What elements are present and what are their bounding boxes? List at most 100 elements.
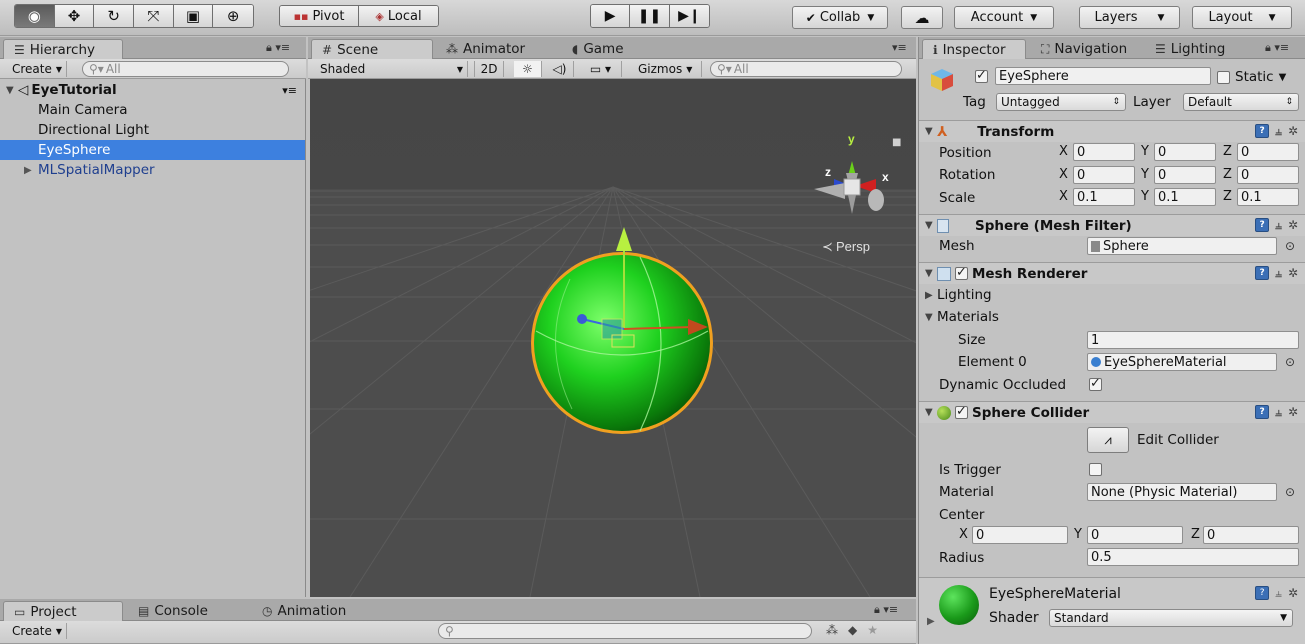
position-y-field[interactable]: 0 <box>1154 143 1216 161</box>
collider-material-field[interactable]: None (Physic Material) <box>1087 483 1277 501</box>
move-tool-icon[interactable]: ✥ <box>54 5 95 27</box>
sphere-collider-enabled-checkbox[interactable] <box>955 404 968 419</box>
static-toggle[interactable]: Static ▼ <box>1217 69 1286 85</box>
tab-lighting[interactable]: ☰ Lighting <box>1145 39 1235 59</box>
is-trigger-checkbox[interactable] <box>1089 462 1102 477</box>
rotation-x-field[interactable]: 0 <box>1073 166 1135 184</box>
transform-header[interactable]: ▼ ⅄ Transform ? ⫨ ✲ <box>919 120 1305 142</box>
mesh-renderer-header[interactable]: ▼ Mesh Renderer ? ⫨ ✲ <box>919 262 1305 284</box>
mesh-field[interactable]: Sphere <box>1087 237 1277 255</box>
hierarchy-item[interactable]: Directional Light <box>0 120 305 140</box>
preset-sliders-icon[interactable]: ⫨ <box>1275 124 1282 139</box>
tab-scene[interactable]: # Scene <box>311 39 433 59</box>
help-book-icon[interactable]: ? <box>1255 266 1270 280</box>
object-picker-icon[interactable]: ⊙ <box>1285 239 1295 253</box>
transform-tool-icon[interactable]: ⊕ <box>213 5 253 27</box>
help-book-icon[interactable]: ? <box>1255 405 1270 419</box>
scale-x-field[interactable]: 0.1 <box>1073 188 1135 206</box>
center-x-field[interactable]: 0 <box>972 526 1068 544</box>
shading-dropdown[interactable]: Shaded ▼ <box>316 61 468 77</box>
rotation-y-field[interactable]: 0 <box>1154 166 1216 184</box>
materials-foldout[interactable]: ▼ Materials <box>919 306 1305 328</box>
preset-sliders-icon[interactable]: ⫨ <box>1275 266 1282 281</box>
collapse-arrow-icon[interactable]: ▼ <box>925 407 937 418</box>
gear-icon[interactable]: ✲ <box>1288 405 1298 420</box>
scale-z-field[interactable]: 0.1 <box>1237 188 1299 206</box>
edit-collider-button[interactable]: ⩘ <box>1087 427 1129 453</box>
scene-search-input[interactable]: ⚲▾ All <box>710 61 902 77</box>
tab-game[interactable]: ◖ Game <box>562 39 634 59</box>
scene-root-row[interactable]: ▼ ◁ EyeTutorial ▾≡ <box>0 80 305 100</box>
project-search-input[interactable]: ⚲ <box>438 623 812 639</box>
gear-icon[interactable]: ✲ <box>1288 586 1298 601</box>
preset-sliders-icon[interactable]: ⫨ <box>1275 405 1282 420</box>
layer-dropdown[interactable]: Default ⇕ <box>1183 93 1299 111</box>
dynamic-occluded-checkbox[interactable] <box>1089 376 1102 392</box>
hierarchy-create-dropdown[interactable]: Create ▼ <box>8 61 68 77</box>
scale-tool-icon[interactable]: ⤧ <box>134 5 174 27</box>
collapse-arrow-icon[interactable]: ▼ <box>925 126 937 137</box>
collapse-arrow-icon[interactable]: ▼ <box>925 312 937 323</box>
hierarchy-item[interactable]: ▶ MLSpatialMapper <box>0 160 305 180</box>
scene-menu-icon[interactable]: ▾≡ <box>892 41 907 54</box>
static-checkbox[interactable] <box>1217 70 1230 84</box>
expand-arrow-icon[interactable]: ▶ <box>925 290 937 301</box>
mesh-filter-header[interactable]: ▼ Sphere (Mesh Filter) ? ⫨ ✲ <box>919 214 1305 236</box>
tab-navigation[interactable]: ⛶ Navigation <box>1031 39 1137 59</box>
center-y-field[interactable]: 0 <box>1087 526 1183 544</box>
project-create-dropdown[interactable]: Create ▼ <box>8 623 68 639</box>
position-z-field[interactable]: 0 <box>1237 143 1299 161</box>
gear-icon[interactable]: ✲ <box>1288 218 1298 233</box>
rect-tool-icon[interactable]: ▣ <box>173 5 214 27</box>
filter-label-icon[interactable]: ◆ <box>848 623 857 637</box>
filter-type-icon[interactable]: ⁂ <box>826 623 838 637</box>
expand-arrow-icon[interactable]: ▼ <box>6 85 18 96</box>
scale-y-field[interactable]: 0.1 <box>1154 188 1216 206</box>
gizmo-lock-icon[interactable]: ■ <box>892 137 901 148</box>
help-book-icon[interactable]: ? <box>1255 218 1270 232</box>
view-tool-eye-icon[interactable]: ◉ <box>15 5 55 27</box>
materials-size-field[interactable]: 1 <box>1087 331 1299 349</box>
help-book-icon[interactable]: ? <box>1255 124 1270 138</box>
lock-menu-icon[interactable]: 🔒︎ ▾≡ <box>266 41 290 55</box>
effects-dropdown-image-icon[interactable]: ▭ ▾ <box>580 61 622 77</box>
lock-menu-icon[interactable]: 🔒︎ ▾≡ <box>874 603 898 617</box>
rotation-z-field[interactable]: 0 <box>1237 166 1299 184</box>
help-book-icon[interactable]: ? <box>1255 586 1270 600</box>
position-x-field[interactable]: 0 <box>1073 143 1135 161</box>
collab-button[interactable]: ✔ Collab ▼ <box>792 6 888 29</box>
object-name-field[interactable]: EyeSphere <box>995 67 1211 85</box>
object-picker-icon[interactable]: ⊙ <box>1285 355 1295 369</box>
sphere-collider-header[interactable]: ▼ Sphere Collider ? ⫨ ✲ <box>919 401 1305 423</box>
pivot-button[interactable]: ▪▪ Pivot <box>280 6 359 26</box>
mesh-renderer-enabled-checkbox[interactable] <box>955 265 968 280</box>
expand-arrow-icon[interactable]: ▶ <box>927 616 935 627</box>
tab-inspector[interactable]: ℹ Inspector <box>922 39 1026 59</box>
shader-dropdown[interactable]: Standard ▼ <box>1049 609 1293 627</box>
audio-toggle-speaker-icon[interactable]: ◁) <box>546 61 574 77</box>
gear-icon[interactable]: ✲ <box>1288 266 1298 281</box>
collapse-arrow-icon[interactable]: ▼ <box>925 220 937 231</box>
tab-animation[interactable]: ◷ Animation <box>252 601 356 621</box>
hierarchy-item[interactable]: Main Camera <box>0 100 305 120</box>
rotate-tool-icon[interactable]: ↻ <box>94 5 135 27</box>
pause-icon[interactable]: ❚❚ <box>630 5 670 27</box>
gear-icon[interactable]: ✲ <box>1288 124 1298 139</box>
eye-sphere-object[interactable] <box>531 252 713 434</box>
account-dropdown[interactable]: Account ▼ <box>954 6 1054 29</box>
favorite-star-icon[interactable]: ★ <box>867 623 878 637</box>
layers-dropdown[interactable]: Layers ▼ <box>1079 6 1180 29</box>
cloud-button[interactable]: ☁ <box>901 6 943 29</box>
preset-sliders-icon[interactable]: ⫨ <box>1275 586 1282 601</box>
hierarchy-search-input[interactable]: ⚲▾ All <box>82 61 289 77</box>
tag-dropdown[interactable]: Untagged ⇕ <box>996 93 1126 111</box>
step-icon[interactable]: ▶❙ <box>669 5 709 27</box>
collapse-arrow-icon[interactable]: ▼ <box>925 268 937 279</box>
tab-project[interactable]: ▭ Project <box>3 601 123 621</box>
lighting-toggle-sun-icon[interactable]: ☼ <box>514 61 542 77</box>
local-button[interactable]: ◈ Local <box>359 6 438 26</box>
tab-console[interactable]: ▤ Console <box>128 601 218 621</box>
hierarchy-item-selected[interactable]: EyeSphere <box>0 140 305 160</box>
center-z-field[interactable]: 0 <box>1203 526 1299 544</box>
element0-field[interactable]: EyeSphereMaterial <box>1087 353 1277 371</box>
